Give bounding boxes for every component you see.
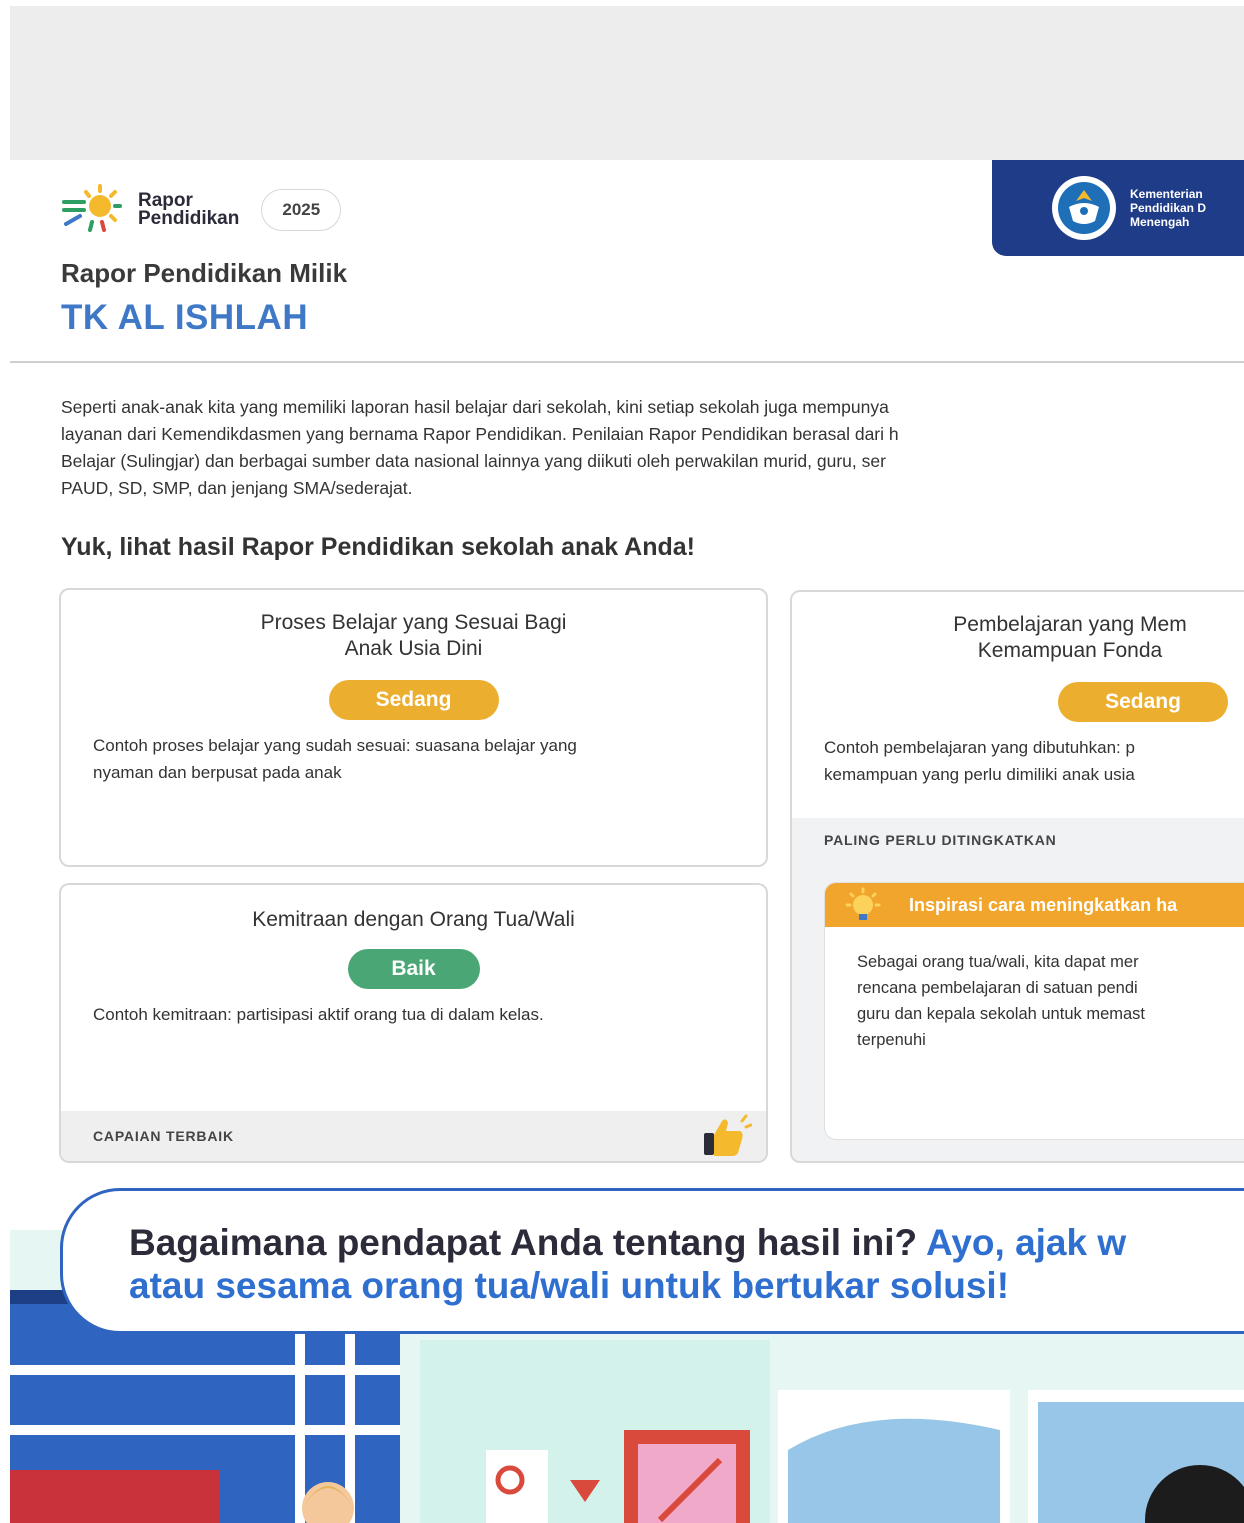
status-badge: Sedang [1058,682,1228,722]
banner-invite: Ayo, ajak w [925,1222,1127,1263]
banner-invite-continued: atau sesama orang tua/wali untuk bertuka… [129,1265,1010,1306]
banner-question: Bagaimana pendapat Anda tentang hasil in… [129,1222,926,1263]
card-description-line: nyaman dan berpusat pada anak [93,763,342,782]
ministry-name: Kementerian Pendidikan D Menengah [1130,187,1207,229]
intro-line: Belajar (Sulingjar) dan berbagai sumber … [61,451,886,471]
card-kemitraan[interactable]: Kemitraan dengan Orang Tua/Wali Baik Con… [59,883,768,1163]
card-pembelajaran[interactable]: Pembelajaran yang Mem Kemampuan Fonda Se… [790,590,1244,1163]
brand-name: Rapor Pendidikan [138,191,240,229]
card-description-line: kemampuan yang perlu dimiliki anak usia [824,765,1135,784]
year-badge[interactable]: 2025 [261,189,342,231]
priority-label: PALING PERLU DITINGKATKAN [824,832,1057,848]
brand-line-2: Pendidikan [138,208,240,229]
feedback-banner[interactable]: Bagaimana pendapat Anda tentang hasil in… [60,1188,1244,1334]
card-description: Contoh kemitraan: partisipasi aktif oran… [93,1005,544,1024]
intro-line: Seperti anak-anak kita yang memiliki lap… [61,397,889,417]
intro-line: PAUD, SD, SMP, dan jenjang SMA/sederajat… [61,478,413,498]
header-divider [10,361,1244,363]
ministry-emblem-icon [1052,176,1116,240]
sun-logo-icon [60,180,130,240]
card-title: Proses Belajar yang Sesuai Bagi Anak Usi… [61,610,766,662]
card-title-line: Kemampuan Fonda [977,639,1163,662]
thumbs-up-icon [700,1113,753,1161]
card-title-line: Proses Belajar yang Sesuai Bagi [260,611,567,634]
card-description-line: Contoh proses belajar yang sudah sesuai:… [93,736,577,755]
lightbulb-icon [839,887,887,941]
intro-line: layanan dari Kemendikdasmen yang bernama… [61,424,899,444]
browser-top-area [10,6,1244,160]
card-main: Pembelajaran yang Mem Kemampuan Fonda Se… [792,592,1244,818]
card-description: Contoh pembelajaran yang dibutuhkan: p k… [792,734,1244,788]
card-title-line: Anak Usia Dini [344,637,483,660]
inspiration-text: Sebagai orang tua/wali, kita dapat mer r… [825,927,1244,1075]
card-title-line: Pembelajaran yang Mem [953,613,1187,636]
report-page: Rapor Pendidikan 2025 Kementerian Pendid… [10,160,1244,1523]
intro-paragraph: Seperti anak-anak kita yang memiliki lap… [61,394,1244,502]
results-heading: Yuk, lihat hasil Rapor Pendidikan sekola… [61,533,695,561]
ministry-banner: Kementerian Pendidikan D Menengah [992,160,1244,256]
brand-header[interactable]: Rapor Pendidikan 2025 [60,180,342,240]
school-name: TK AL ISHLAH [61,298,309,337]
card-title: Kemitraan dengan Orang Tua/Wali [252,908,575,931]
banner-line-1: Bagaimana pendapat Anda tentang hasil in… [129,1221,1244,1264]
card-footer: CAPAIAN TERBAIK [61,1111,766,1161]
card-title: Pembelajaran yang Mem Kemampuan Fonda [792,612,1244,664]
card-description: Contoh proses belajar yang sudah sesuai:… [61,732,766,786]
status-badge: Sedang [328,680,499,720]
inspiration-line: Sebagai orang tua/wali, kita dapat mer [857,953,1139,971]
inspiration-line: terpenuhi [857,1031,926,1049]
status-badge: Baik [347,949,480,989]
owner-label: Rapor Pendidikan Milik [61,258,348,288]
card-description-line: Contoh pembelajaran yang dibutuhkan: p [824,738,1135,757]
inspiration-line: guru dan kepala sekolah untuk memast [857,1005,1146,1023]
banner-line-2: atau sesama orang tua/wali untuk bertuka… [129,1264,1244,1307]
inspiration-title: Inspirasi cara meningkatkan ha [909,895,1178,915]
inspiration-header: Inspirasi cara meningkatkan ha [825,883,1244,927]
inspiration-box[interactable]: Inspirasi cara meningkatkan ha Sebagai o… [824,882,1244,1140]
inspiration-line: rencana pembelajaran di satuan pendi [857,979,1138,997]
card-proses-belajar[interactable]: Proses Belajar yang Sesuai Bagi Anak Usi… [59,588,768,867]
best-achievement-label: CAPAIAN TERBAIK [93,1128,234,1144]
